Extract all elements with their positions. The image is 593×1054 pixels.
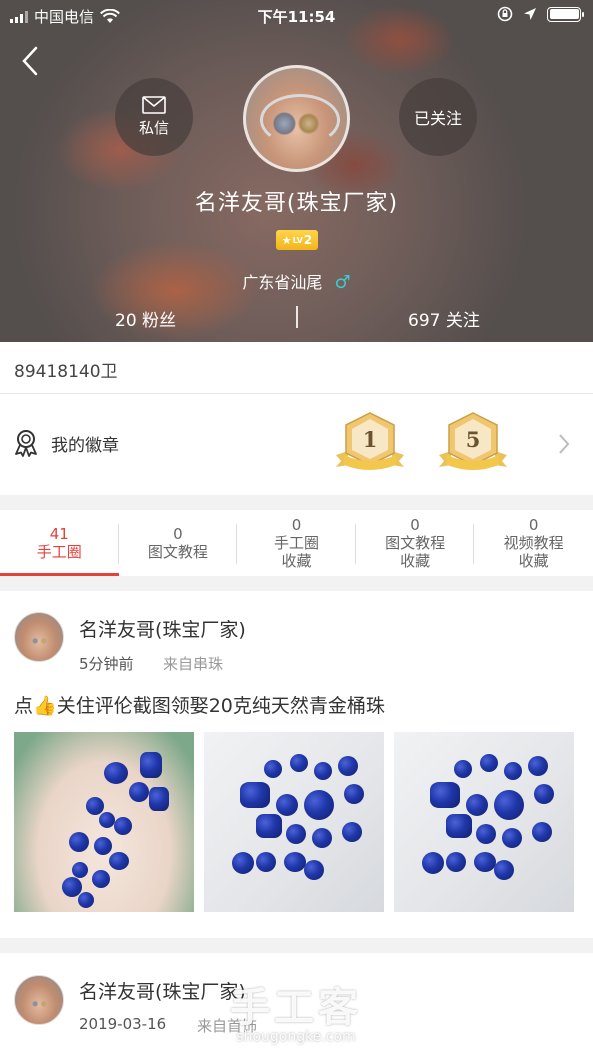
tab-count: 0 [173, 525, 183, 543]
location-arrow-icon [524, 8, 536, 20]
location-line: 广东省汕尾 ♂ [0, 269, 593, 293]
fans-count[interactable]: 20 粉丝 [115, 306, 176, 331]
tab-count: 0 [410, 516, 420, 534]
post-time: 2019-03-16 [79, 1015, 167, 1033]
profile-avatar[interactable] [243, 65, 350, 172]
tab-label: 手工圈 [273, 534, 319, 552]
watermark-main: 手工客 [230, 985, 362, 1031]
status-bar: 中国电信 下午11:54 [0, 0, 593, 30]
post-text: 点👍关住评伦截图领娶20克纯天然青金桶珠 [14, 691, 385, 718]
tab-count: 0 [291, 516, 302, 534]
stats-divider [296, 306, 298, 328]
tab-handcraft-favorites[interactable]: 0 手工圈 收藏 [237, 510, 356, 576]
tab-label: 视频教程 [503, 534, 564, 552]
post-images [14, 732, 574, 912]
tab-label: 图文教程 [385, 534, 446, 552]
post-image-beads-table[interactable] [204, 732, 384, 912]
section-gap [0, 495, 593, 510]
profile-name: 名洋友哥(珠宝厂家) [194, 191, 399, 216]
post-time: 5分钟前 [79, 655, 134, 673]
private-message-button[interactable]: 私信 [115, 78, 193, 156]
post-author-name[interactable]: 名洋友哥(珠宝厂家) [79, 615, 246, 642]
feed-post[interactable]: 名洋友哥(珠宝厂家) 5分钟前 来自串珠 点👍关住评伦截图领娶20克纯天然青金桶… [0, 591, 593, 938]
level-badge: ★ LV 2 [276, 230, 318, 250]
award-ribbon-icon [15, 430, 37, 457]
badge-medal-1[interactable]: 1 [334, 411, 406, 477]
battery-icon [547, 6, 584, 22]
tab-label: 图文教程 [147, 543, 208, 561]
following-count[interactable]: 697 关注 [408, 306, 480, 331]
tab-handcraft-circle[interactable]: 41 手工圈 [0, 510, 119, 576]
tab-video-favorites[interactable]: 0 视频教程 收藏 [474, 510, 593, 576]
chevron-left-icon [22, 46, 38, 76]
badges-label: 我的徽章 [51, 436, 119, 456]
watermark-url: shougongke.com [236, 1029, 356, 1045]
badge-number-2: 5 [465, 427, 481, 452]
chevron-right-icon[interactable] [558, 433, 570, 455]
tab-label: 手工圈 [36, 543, 82, 561]
content-tabs: 41 手工圈 0 图文教程 0 手工圈 收藏 0 图文教程 收藏 0 视频教程 … [0, 510, 593, 576]
follow-status-label: 已关注 [413, 109, 462, 128]
badges-row[interactable]: 我的徽章 1 5 [0, 395, 593, 495]
back-button[interactable] [20, 46, 44, 76]
tab-tutorial-favorites[interactable]: 0 图文教程 收藏 [356, 510, 475, 576]
status-right [497, 6, 584, 22]
post-text-prefix: 点 [14, 695, 34, 717]
tab-count: 41 [49, 525, 69, 543]
site-watermark: 手工客 shougongke.com [230, 975, 362, 1045]
post-author-avatar[interactable] [14, 975, 64, 1025]
section-gap [0, 938, 593, 953]
tab-count: 0 [528, 516, 539, 534]
tab-label-line2: 收藏 [400, 552, 431, 570]
user-id-row: 89418140卫 [0, 342, 593, 394]
user-id: 89418140卫 [14, 362, 118, 382]
tab-label-line2: 收藏 [281, 552, 312, 570]
tab-tutorials[interactable]: 0 图文教程 [119, 510, 238, 576]
level-prefix: LV [292, 235, 303, 245]
profile-stats: 20 粉丝 697 关注 [0, 304, 593, 331]
level-value: 2 [303, 233, 313, 247]
post-image-beads-table-2[interactable] [394, 732, 574, 912]
post-source[interactable]: 来自串珠 [163, 653, 223, 674]
envelope-icon [142, 96, 166, 114]
badge-number-1: 1 [362, 427, 378, 452]
post-author-name[interactable]: 名洋友哥(珠宝厂家) [79, 977, 246, 1004]
post-image-beads-in-hand[interactable] [14, 732, 194, 912]
male-gender-icon: ♂ [334, 272, 351, 293]
post-author-avatar[interactable] [14, 612, 64, 662]
follow-status-button[interactable]: 已关注 [399, 78, 477, 156]
tab-label-line2: 收藏 [518, 552, 549, 570]
post-text-body: 关住评伦截图领娶20克纯天然青金桶珠 [56, 695, 385, 717]
location-text: 广东省汕尾 [242, 273, 323, 292]
thumbs-up-icon: 👍 [33, 695, 57, 717]
section-gap [0, 576, 593, 591]
private-message-label: 私信 [138, 119, 169, 137]
badge-medal-2[interactable]: 5 [437, 411, 509, 477]
star-icon: ★ [281, 233, 292, 247]
orientation-lock-icon [497, 6, 513, 22]
profile-header: 中国电信 下午11:54 私信 已关注 名洋友哥(珠宝厂家) ★ LV 2 广东… [0, 0, 593, 342]
